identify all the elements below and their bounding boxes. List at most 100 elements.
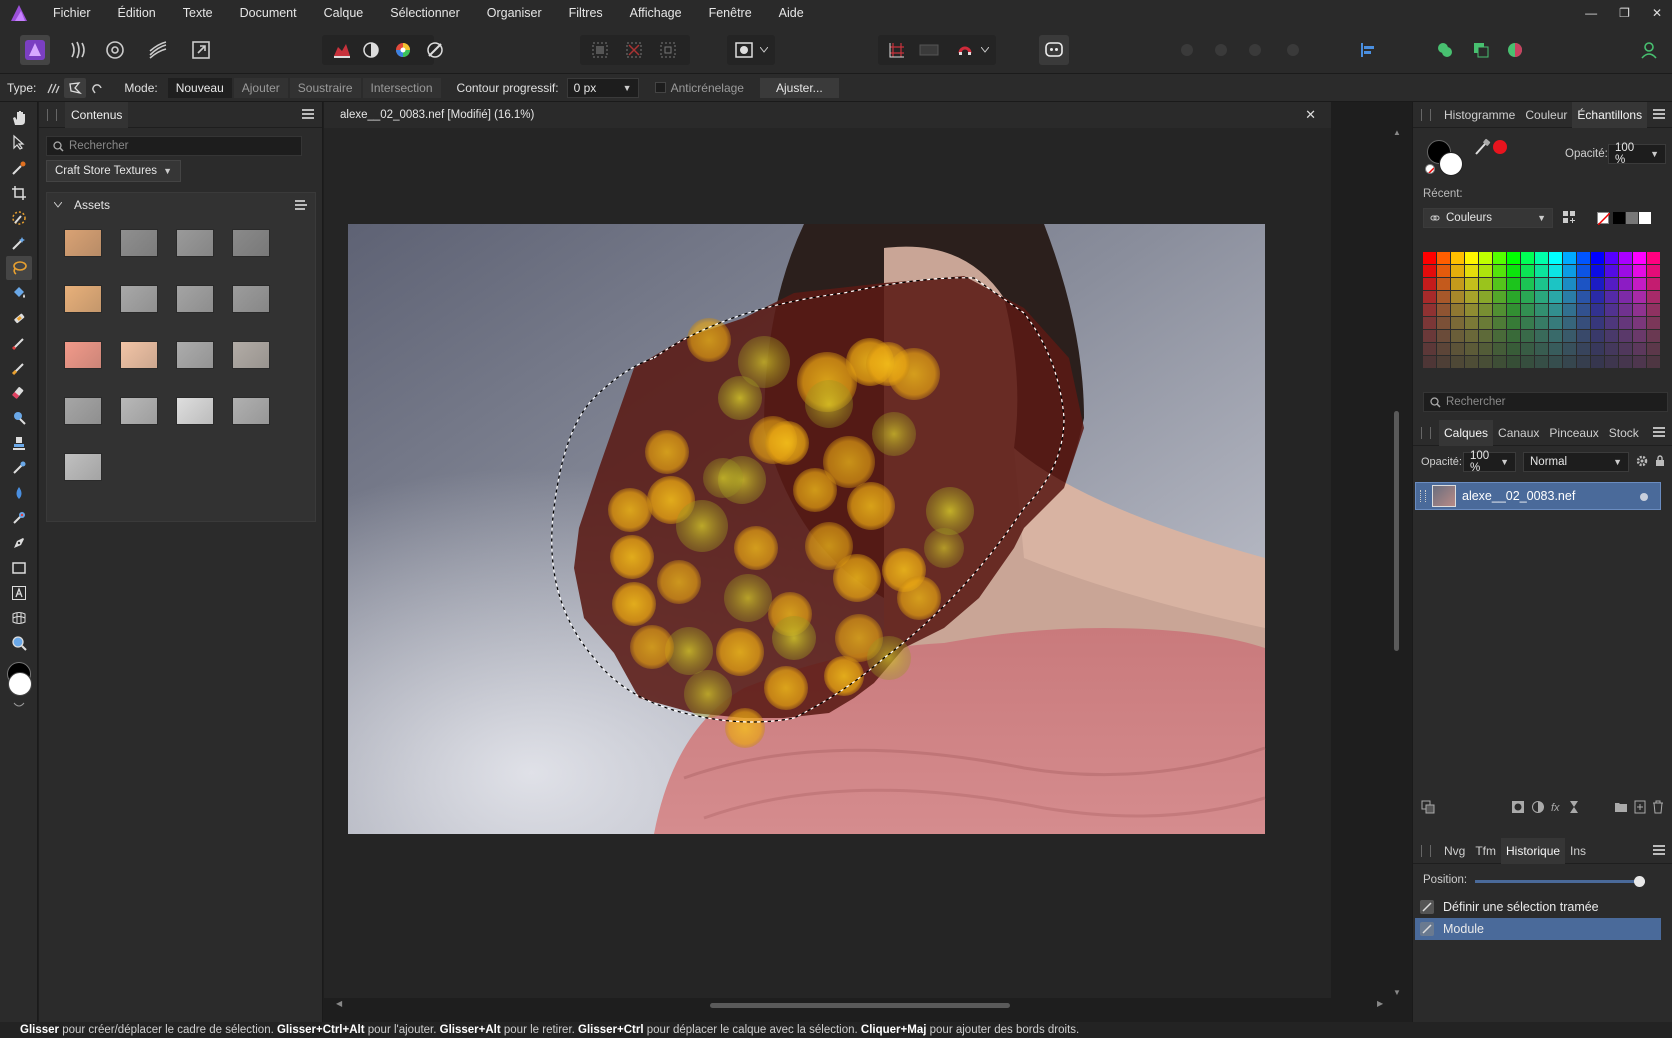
none-swatch-icon[interactable] (1425, 164, 1435, 174)
color-swatch[interactable] (1619, 304, 1633, 317)
adjustment-layer-icon[interactable] (1531, 800, 1545, 817)
menu-filtres[interactable]: Filtres (569, 6, 603, 20)
invert-selection-icon[interactable] (653, 35, 683, 65)
asset-thumbnail[interactable] (64, 397, 102, 425)
menu-document[interactable]: Document (240, 6, 297, 20)
color-swatch[interactable] (1465, 278, 1479, 291)
color-swatch[interactable] (1633, 317, 1647, 330)
color-wells[interactable] (6, 662, 34, 696)
color-swatch[interactable] (1507, 265, 1521, 278)
scroll-left-icon[interactable]: ◀ (336, 999, 342, 1008)
asset-thumbnail[interactable] (64, 285, 102, 313)
color-swatch[interactable] (1479, 317, 1493, 330)
layer-settings-gear-icon[interactable] (1635, 454, 1649, 471)
freehand-selection-tool-icon[interactable] (6, 256, 32, 280)
tab-calques[interactable]: Calques (1439, 419, 1494, 446)
color-swatch[interactable] (1647, 265, 1661, 278)
category-select[interactable]: Craft Store Textures ▼ (46, 160, 181, 182)
horizontal-scrollbar[interactable]: ◀ ▶ (324, 998, 1394, 1012)
color-swatch[interactable] (1423, 291, 1437, 304)
color-swatch[interactable] (1563, 330, 1577, 343)
color-swatch[interactable] (1437, 330, 1451, 343)
auto-levels-icon[interactable] (327, 35, 357, 65)
menu-aide[interactable]: Aide (779, 6, 804, 20)
layer-copy-icon[interactable] (1421, 800, 1435, 817)
color-swatch[interactable] (1605, 252, 1619, 265)
color-swatch[interactable] (1437, 291, 1451, 304)
panel-grip-icon[interactable] (1421, 108, 1431, 121)
asset-thumbnail[interactable] (232, 341, 270, 369)
color-swatch[interactable] (1549, 317, 1563, 330)
menu-fenetre[interactable]: Fenêtre (709, 6, 752, 20)
mesh-warp-tool-icon[interactable] (6, 606, 32, 630)
color-swatch[interactable] (1493, 252, 1507, 265)
color-swatch[interactable] (1507, 356, 1521, 369)
color-swatch[interactable] (1521, 265, 1535, 278)
deselect-icon[interactable] (619, 35, 649, 65)
color-swatch[interactable] (1647, 343, 1661, 356)
color-swatch[interactable] (1493, 356, 1507, 369)
color-swatch[interactable] (1577, 317, 1591, 330)
color-swatch[interactable] (1577, 343, 1591, 356)
liquify-persona-icon[interactable] (64, 35, 94, 65)
color-swatch[interactable] (1647, 330, 1661, 343)
asset-thumbnail[interactable] (232, 285, 270, 313)
inpainting-tool-icon[interactable] (6, 306, 32, 330)
tab-canaux[interactable]: Canaux (1493, 420, 1544, 446)
artistic-text-tool-icon[interactable] (6, 581, 32, 605)
color-swatch[interactable] (1507, 304, 1521, 317)
contents-search-input[interactable]: Rechercher (46, 136, 302, 156)
assets-group-header[interactable]: Assets (47, 193, 315, 217)
restore-button[interactable]: ❐ (1619, 6, 1630, 20)
arrange-back-icon[interactable] (1172, 35, 1202, 65)
color-swatch[interactable] (1465, 356, 1479, 369)
color-swatch[interactable] (1633, 330, 1647, 343)
color-swatch[interactable] (1437, 356, 1451, 369)
layer-row[interactable]: alexe__02_0083.nef (1415, 482, 1661, 510)
color-swatch[interactable] (1647, 317, 1661, 330)
antialias-checkbox[interactable] (654, 82, 666, 93)
color-swatch[interactable] (1577, 265, 1591, 278)
color-swatch[interactable] (1423, 356, 1437, 369)
color-swatch[interactable] (1577, 291, 1591, 304)
vertical-scrollbar[interactable]: ▲ ▼ (1391, 128, 1403, 998)
color-swatch[interactable] (1591, 252, 1605, 265)
auto-white-balance-icon[interactable] (420, 35, 450, 65)
color-swatch[interactable] (1479, 291, 1493, 304)
color-swatch[interactable] (1605, 304, 1619, 317)
color-swatch[interactable] (1507, 317, 1521, 330)
delete-layer-trash-icon[interactable] (1652, 800, 1664, 817)
mask-layer-icon[interactable] (1511, 800, 1525, 817)
asset-thumbnail[interactable] (64, 453, 102, 481)
color-swatch[interactable] (1451, 343, 1465, 356)
quick-mask-icon[interactable] (729, 35, 759, 65)
color-swatch[interactable] (1493, 265, 1507, 278)
history-position-slider[interactable] (1475, 876, 1645, 887)
photo-persona-icon[interactable] (20, 35, 50, 65)
export-persona-icon[interactable] (186, 35, 216, 65)
chevron-down-icon[interactable]: ▼ (1494, 457, 1509, 467)
color-swatch[interactable] (1577, 252, 1591, 265)
group-menu-icon[interactable] (295, 200, 307, 210)
color-swatch[interactable] (1465, 343, 1479, 356)
add-swatch-icon[interactable] (1562, 210, 1576, 227)
clone-brush-tool-icon[interactable] (6, 431, 32, 455)
lock-icon[interactable] (1655, 454, 1665, 470)
white-swatch[interactable] (1639, 212, 1651, 224)
color-swatch[interactable] (1521, 278, 1535, 291)
panel-grip-icon[interactable] (47, 108, 57, 121)
color-swatch[interactable] (1479, 278, 1493, 291)
color-swatch[interactable] (1633, 278, 1647, 291)
mode-nouveau-button[interactable]: Nouveau (167, 77, 232, 98)
color-swatch[interactable] (1465, 304, 1479, 317)
color-swatch[interactable] (1437, 278, 1451, 291)
feather-input[interactable]: 0 px ▼ (566, 77, 639, 98)
studio-link-icon[interactable] (1039, 35, 1069, 65)
color-swatch[interactable] (1479, 343, 1493, 356)
color-swatch[interactable] (1451, 265, 1465, 278)
move-tool-icon[interactable] (6, 130, 32, 154)
asset-thumbnail[interactable] (120, 341, 158, 369)
color-swatch[interactable] (1619, 317, 1633, 330)
color-swatch[interactable] (1535, 317, 1549, 330)
crop-tool-icon[interactable] (6, 181, 32, 205)
